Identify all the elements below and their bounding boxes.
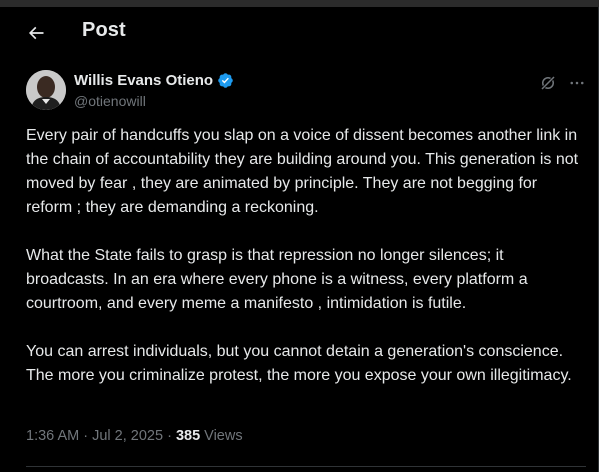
window-top-bar	[0, 0, 599, 7]
more-horizontal-icon[interactable]	[568, 74, 586, 92]
post-header: Post	[0, 7, 598, 57]
post-actions	[539, 74, 586, 92]
post-paragraph: What the State fails to grasp is that re…	[26, 247, 528, 312]
post-author: Willis Evans Otieno @otienowill	[26, 70, 586, 114]
post-paragraph: You can arrest individuals, but you cann…	[26, 343, 572, 384]
post-date[interactable]: Jul 2, 2025	[92, 428, 163, 444]
name-row: Willis Evans Otieno	[74, 72, 234, 89]
post-time[interactable]: 1:36 AM	[26, 428, 79, 444]
post-text: Every pair of handcuffs you slap on a vo…	[26, 124, 586, 412]
views-count[interactable]: 385	[176, 428, 200, 444]
meta-separator: ·	[79, 428, 93, 444]
page-title: Post	[82, 19, 126, 41]
author-handle[interactable]: @otienowill	[74, 93, 146, 109]
author-name[interactable]: Willis Evans Otieno	[74, 72, 213, 89]
back-button[interactable]	[24, 21, 48, 45]
avatar[interactable]	[26, 70, 66, 110]
meta-separator: ·	[163, 428, 176, 444]
avatar-image	[26, 70, 66, 110]
arrow-left-icon	[28, 26, 44, 40]
verified-badge-icon	[218, 73, 233, 88]
post-meta: 1:36 AM · Jul 2, 2025 · 385 Views	[26, 428, 243, 444]
post-paragraph: Every pair of handcuffs you slap on a vo…	[26, 127, 579, 216]
grok-icon[interactable]	[539, 74, 557, 92]
divider	[26, 466, 586, 467]
views-label: Views	[204, 428, 243, 444]
